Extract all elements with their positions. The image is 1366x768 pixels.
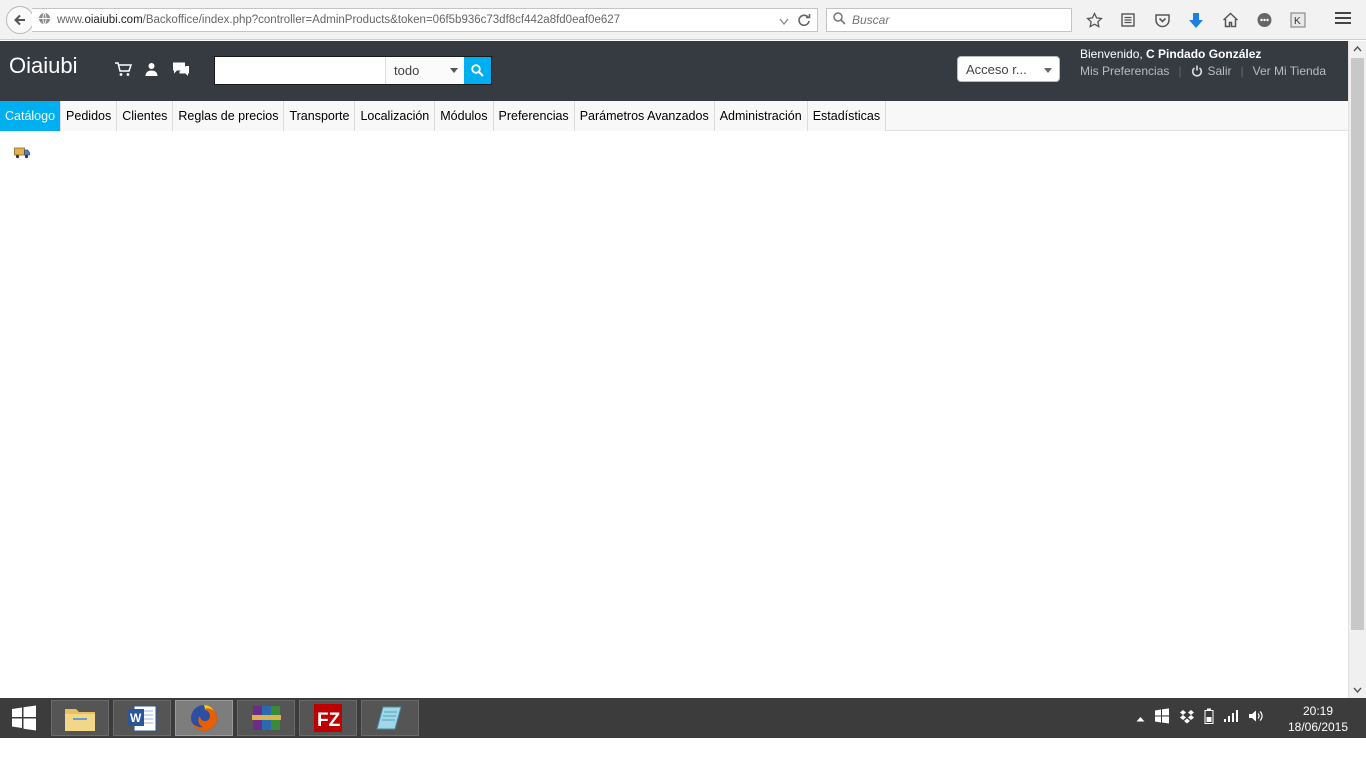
- main-menu: Catálogo Pedidos Clientes Reglas de prec…: [0, 101, 1348, 131]
- word-icon[interactable]: W: [113, 700, 171, 736]
- search-icon: [833, 12, 846, 28]
- browser-search-input[interactable]: [852, 13, 1052, 27]
- menu-item-localization[interactable]: Localización: [355, 101, 436, 131]
- show-hidden-icons-icon[interactable]: [1136, 711, 1145, 725]
- caret-down-icon: [1044, 68, 1052, 73]
- admin-search-button[interactable]: [463, 57, 491, 84]
- screen-bottom-strip: [0, 738, 1366, 768]
- menu-item-administration[interactable]: Administración: [714, 101, 808, 131]
- my-preferences-link[interactable]: Mis Preferencias: [1080, 64, 1169, 78]
- windows-logo-icon: [12, 705, 36, 731]
- bookmark-star-icon[interactable]: [1084, 10, 1104, 30]
- filezilla-icon[interactable]: FZ: [299, 700, 357, 736]
- welcome-prefix: Bienvenido,: [1080, 47, 1147, 61]
- quick-access-label: Acceso r...: [966, 61, 1027, 77]
- search-icon: [471, 64, 484, 77]
- messages-chat-icon[interactable]: [171, 60, 190, 78]
- admin-search-form: todo: [214, 56, 492, 85]
- power-icon[interactable]: [1191, 65, 1203, 77]
- menu-item-shipping[interactable]: Transporte: [284, 101, 356, 131]
- clock-date: 18/06/2015: [1287, 720, 1349, 734]
- svg-text:W: W: [130, 711, 142, 725]
- url-text: www.oiaiubi.com/Backoffice/index.php?con…: [57, 14, 620, 26]
- hamburger-menu-icon[interactable]: [1334, 10, 1354, 30]
- search-scope-value: todo: [394, 63, 420, 78]
- windows-flag-icon[interactable]: [1154, 708, 1170, 727]
- menu-item-price-rules[interactable]: Reglas de precios: [173, 101, 285, 131]
- pocket-icon[interactable]: [1152, 10, 1172, 30]
- system-tray: [1136, 708, 1264, 727]
- welcome-text: Bienvenido, C Pindado González: [1080, 47, 1326, 61]
- customers-user-icon[interactable]: [142, 60, 161, 78]
- employee-name: C Pindado González: [1146, 47, 1262, 61]
- extension-k-icon[interactable]: K: [1288, 10, 1308, 30]
- shop-name[interactable]: Oiaiubi: [9, 53, 77, 79]
- dropdown-arrow-icon[interactable]: [779, 15, 789, 29]
- dropbox-icon[interactable]: [1179, 709, 1195, 727]
- orders-cart-icon[interactable]: [113, 60, 132, 78]
- battery-icon[interactable]: [1204, 708, 1214, 727]
- browser-search-box[interactable]: [826, 8, 1072, 32]
- scroll-down-icon[interactable]: [1349, 682, 1366, 698]
- url-path: /Backoffice/index.php?controller=AdminPr…: [142, 14, 621, 26]
- admin-search-input[interactable]: [215, 57, 385, 84]
- logout-link[interactable]: Salir: [1208, 64, 1232, 78]
- clock-time: 20:19: [1302, 704, 1334, 718]
- search-scope-select[interactable]: todo: [385, 57, 464, 84]
- separator: |: [1240, 64, 1244, 78]
- svg-text:FZ: FZ: [317, 710, 341, 731]
- file-explorer-icon[interactable]: [51, 700, 109, 736]
- windows-taskbar: W FZ 20:19 18/06/2015: [0, 698, 1366, 738]
- vertical-scrollbar[interactable]: [1348, 41, 1366, 698]
- svg-text:K: K: [1294, 16, 1301, 27]
- home-icon[interactable]: [1220, 10, 1240, 30]
- url-prefix: www.: [57, 14, 85, 26]
- separator: |: [1178, 64, 1182, 78]
- caret-down-icon: [449, 68, 458, 73]
- browser-toolbar: www.oiaiubi.com/Backoffice/index.php?con…: [0, 0, 1366, 40]
- quick-access-dropdown[interactable]: Acceso r...: [957, 56, 1060, 82]
- start-button[interactable]: [0, 698, 48, 738]
- volume-icon[interactable]: [1248, 709, 1264, 726]
- taskbar-clock[interactable]: 20:19 18/06/2015: [1282, 703, 1354, 735]
- network-signal-icon[interactable]: [1223, 709, 1239, 726]
- address-bar[interactable]: www.oiaiubi.com/Backoffice/index.php?con…: [32, 8, 818, 32]
- menu-item-modules[interactable]: Módulos: [435, 101, 494, 131]
- menu-item-stats[interactable]: Estadísticas: [807, 101, 887, 131]
- reload-icon[interactable]: [797, 13, 811, 30]
- url-domain: oiaiubi.com: [84, 14, 143, 26]
- delivery-truck-icon: [14, 147, 30, 162]
- winrar-icon[interactable]: [237, 700, 295, 736]
- view-shop-link[interactable]: Ver Mi Tienda: [1253, 64, 1326, 78]
- chat-icon[interactable]: [1254, 10, 1274, 30]
- menu-item-catalog[interactable]: Catálogo: [0, 101, 62, 131]
- scroll-thumb[interactable]: [1351, 58, 1364, 630]
- back-arrow-icon: [14, 14, 25, 26]
- employee-info: Bienvenido, C Pindado González Mis Prefe…: [1080, 47, 1326, 78]
- menu-item-customers[interactable]: Clientes: [117, 101, 174, 131]
- menu-item-orders[interactable]: Pedidos: [61, 101, 118, 131]
- back-button[interactable]: [6, 6, 34, 34]
- download-icon[interactable]: [1186, 10, 1206, 30]
- menu-item-preferences[interactable]: Preferencias: [493, 101, 575, 131]
- firefox-icon[interactable]: [175, 700, 233, 736]
- globe-icon: [38, 12, 51, 28]
- notepad-icon[interactable]: [361, 700, 419, 736]
- reading-list-icon[interactable]: [1118, 10, 1138, 30]
- scroll-up-icon[interactable]: [1349, 41, 1366, 57]
- menu-item-advanced-parameters[interactable]: Parámetros Avanzados: [574, 101, 715, 131]
- admin-header: Oiaiubi todo Acceso r... Bienvenido, C P…: [0, 41, 1348, 101]
